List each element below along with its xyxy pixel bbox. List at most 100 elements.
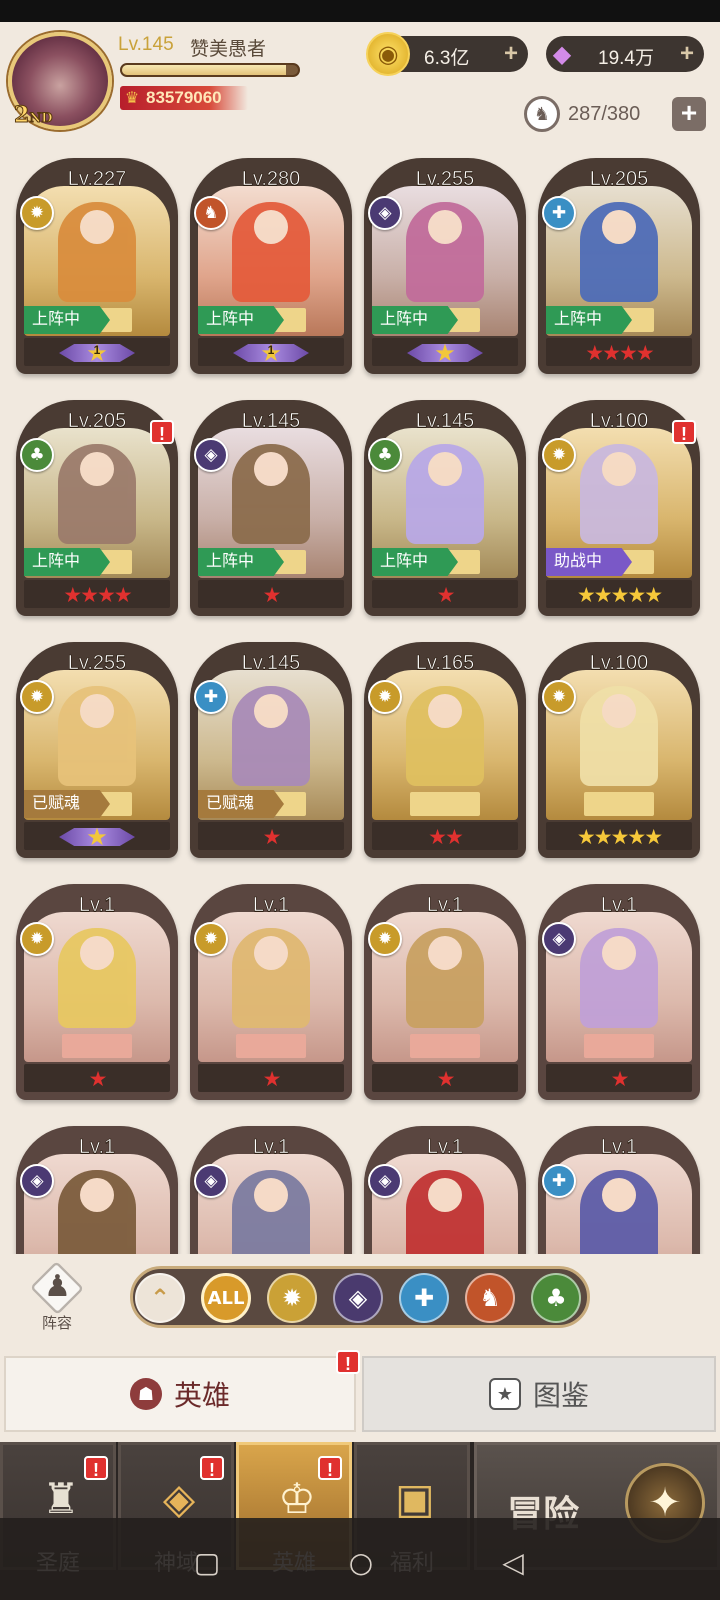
- light-faction-icon: ✹: [20, 196, 54, 230]
- star-rating: ★: [436, 1067, 456, 1091]
- hero-portrait: [580, 686, 658, 786]
- chess-pawn-icon: ♟: [44, 1269, 71, 1304]
- star-icon: ★: [434, 339, 456, 367]
- hero-card[interactable]: Lv.255 ◈ 上阵中 ★: [364, 158, 526, 374]
- expand-slots-button[interactable]: +: [672, 97, 706, 131]
- tab-codex-label: 图鉴: [532, 1380, 589, 1411]
- rank-badge: 2ND: [13, 102, 53, 129]
- tab-heroes[interactable]: ☗ 英雄: [4, 1356, 356, 1432]
- hero-card[interactable]: Lv.145 ♣ 上阵中 ★: [364, 400, 526, 616]
- gold-amount: 6.3亿: [424, 48, 470, 69]
- tab-heroes-label: 英雄: [173, 1380, 230, 1411]
- nav-sanctuary-alert-badge: !: [84, 1456, 108, 1480]
- tab-codex[interactable]: ★ 图鉴: [362, 1356, 716, 1432]
- hero-portrait: [580, 928, 658, 1028]
- hero-card[interactable]: Lv.227 ✹ 上阵中 ★ 1: [16, 158, 178, 374]
- hero-status-tag: 上阵中: [372, 306, 458, 334]
- light-faction-icon: ✹: [20, 680, 54, 714]
- add-gold-button[interactable]: +: [498, 41, 524, 67]
- hero-slot-amount: 287/380: [568, 103, 641, 125]
- hero-portrait: [232, 686, 310, 786]
- hero-portrait: [406, 928, 484, 1028]
- power-icon: ♛: [124, 88, 140, 107]
- star-rating: ★: [88, 1067, 108, 1091]
- helmet-icon: ☗: [129, 1378, 162, 1410]
- dark-faction-icon: ◈: [20, 1164, 54, 1198]
- diamond-icon: ◆: [552, 40, 572, 68]
- hero-level: Lv.255: [67, 652, 127, 675]
- hero-status-tag: 上阵中: [24, 548, 110, 576]
- hero-card[interactable]: Lv.1 ◈: [364, 1126, 526, 1254]
- hero-portrait: [232, 202, 310, 302]
- hero-card[interactable]: Lv.1 ◈: [190, 1126, 352, 1254]
- hero-card[interactable]: Lv.1 ◈ ★: [538, 884, 700, 1100]
- back-icon[interactable]: ◁: [496, 1546, 530, 1580]
- hero-portrait: [58, 928, 136, 1028]
- hero-portrait: [580, 202, 658, 302]
- diamond-amount: 19.4万: [598, 48, 654, 69]
- hero-card[interactable]: Lv.1 ✹ ★: [190, 884, 352, 1100]
- recent-apps-icon[interactable]: ▢: [190, 1546, 224, 1580]
- filter-dark-faction-icon[interactable]: ◈: [333, 1273, 383, 1323]
- player-avatar[interactable]: 2ND: [8, 32, 112, 130]
- hero-card[interactable]: Lv.280 ♞ 上阵中 ★ 1: [190, 158, 352, 374]
- xp-bar: [120, 63, 300, 77]
- hero-card[interactable]: Lv.1 ✹ ★: [364, 884, 526, 1100]
- hero-pedestal: [62, 1034, 132, 1058]
- hero-portrait: [232, 1170, 310, 1254]
- system-navigation-bar: ▢ ○ ◁: [0, 1518, 720, 1600]
- star-rating: ★: [610, 1067, 630, 1091]
- star-rating: ★★★★: [585, 341, 654, 365]
- hero-card[interactable]: Lv.100 ✹ 助战中 ★★★★★!: [538, 400, 700, 616]
- hero-card[interactable]: Lv.205 ✚ 上阵中 ★★★★: [538, 158, 700, 374]
- filter-all-button[interactable]: ALL: [201, 1273, 251, 1323]
- dark-faction-icon: ◈: [194, 1164, 228, 1198]
- filter-holy-faction-icon[interactable]: ✚: [399, 1273, 449, 1323]
- hero-card[interactable]: Lv.205 ♣ 上阵中 ★★★★!: [16, 400, 178, 616]
- hero-grid: Lv.227 ✹ 上阵中 ★ 1 Lv.280 ♞ 上阵中 ★ 1 Lv.255 ◈ 上阵中 ★ Lv.20…: [0, 150, 720, 1254]
- hero-status-tag: 已赋魂: [24, 790, 110, 818]
- hero-level: Lv.1: [78, 894, 116, 917]
- hero-card[interactable]: Lv.100 ✹ ★★★★★: [538, 642, 700, 858]
- star-rating: ★★★★: [63, 583, 132, 607]
- star-icon: ★: [86, 823, 108, 851]
- hero-pedestal: [584, 1034, 654, 1058]
- filter-light-faction-icon[interactable]: ✹: [267, 1273, 317, 1323]
- faction-filter: ⌃ ALL ✹ ◈ ✚ ♞ ♣: [130, 1266, 590, 1328]
- filter-sort-button[interactable]: ⌃: [135, 1273, 185, 1323]
- dark-faction-icon: ◈: [542, 922, 576, 956]
- beast-faction-icon: ♞: [194, 196, 228, 230]
- hero-portrait: [58, 686, 136, 786]
- star-rating: ★★★★★: [576, 825, 663, 849]
- hero-card[interactable]: Lv.145 ✚ 已赋魂 ★: [190, 642, 352, 858]
- hero-portrait: [232, 928, 310, 1028]
- home-icon[interactable]: ○: [344, 1546, 378, 1580]
- hero-level: Lv.1: [600, 894, 638, 917]
- light-faction-icon: ✹: [20, 922, 54, 956]
- add-diamond-button[interactable]: +: [674, 41, 700, 67]
- hero-card[interactable]: Lv.145 ◈ 上阵中 ★: [190, 400, 352, 616]
- hero-card[interactable]: Lv.1 ✚: [538, 1126, 700, 1254]
- hero-portrait: [58, 444, 136, 544]
- hero-status-tag: 上阵中: [546, 306, 632, 334]
- diamond-counter: ◆ 19.4万 +: [546, 36, 704, 72]
- lineup-label: 阵容: [41, 1315, 72, 1332]
- player-level: Lv.145: [118, 34, 174, 55]
- hero-card[interactable]: Lv.165 ✹ ★★: [364, 642, 526, 858]
- hero-portrait: [406, 444, 484, 544]
- hero-portrait: [406, 1170, 484, 1254]
- hero-level: Lv.1: [426, 1136, 464, 1159]
- hero-card[interactable]: Lv.1 ✹ ★: [16, 884, 178, 1100]
- filter-beast-faction-icon[interactable]: ♞: [465, 1273, 515, 1323]
- star-rating: ★: [262, 825, 282, 849]
- player-name: 赞美愚者: [190, 39, 267, 60]
- hero-level: Lv.227: [67, 168, 127, 191]
- hero-portrait: [406, 686, 484, 786]
- filter-nature-faction-icon[interactable]: ♣: [531, 1273, 581, 1323]
- hero-level: Lv.145: [415, 410, 475, 433]
- hero-card[interactable]: Lv.255 ✹ 已赋魂 ★: [16, 642, 178, 858]
- star-rating: ★: [262, 1067, 282, 1091]
- star-rating: ★: [436, 583, 456, 607]
- lineup-button[interactable]: ♟ 阵容: [24, 1260, 90, 1332]
- hero-card[interactable]: Lv.1 ◈: [16, 1126, 178, 1254]
